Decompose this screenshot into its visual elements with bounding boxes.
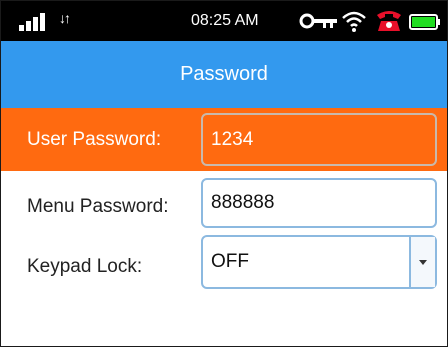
- battery-icon: [409, 14, 440, 30]
- phone-screen: ↓↑ 08:25 AM Password User Password: 1234…: [0, 0, 448, 347]
- chevron-down-icon: [419, 259, 427, 265]
- user-password-row[interactable]: User Password: 1234: [1, 108, 447, 171]
- user-password-input[interactable]: 1234: [201, 113, 437, 166]
- page-title: Password: [180, 63, 268, 85]
- menu-password-label: Menu Password:: [27, 196, 169, 217]
- title-bar: Password: [1, 41, 447, 108]
- user-password-label: User Password:: [27, 129, 162, 150]
- signal-icon: [19, 13, 49, 31]
- menu-password-input[interactable]: 888888: [201, 178, 437, 228]
- data-transfer-icon: ↓↑: [59, 10, 71, 26]
- alarm-icon: [377, 11, 401, 31]
- status-time: 08:25 AM: [191, 12, 259, 29]
- keypad-lock-label: Keypad Lock:: [27, 256, 143, 277]
- key-icon: [299, 13, 337, 29]
- dropdown-button[interactable]: [409, 237, 435, 287]
- keypad-lock-value: OFF: [211, 251, 249, 272]
- wifi-icon: [342, 11, 366, 32]
- status-bar: ↓↑ 08:25 AM: [1, 1, 447, 41]
- menu-password-row[interactable]: Menu Password: 888888: [1, 175, 447, 238]
- keypad-lock-row[interactable]: Keypad Lock: OFF: [1, 233, 447, 296]
- keypad-lock-select[interactable]: OFF: [201, 235, 437, 289]
